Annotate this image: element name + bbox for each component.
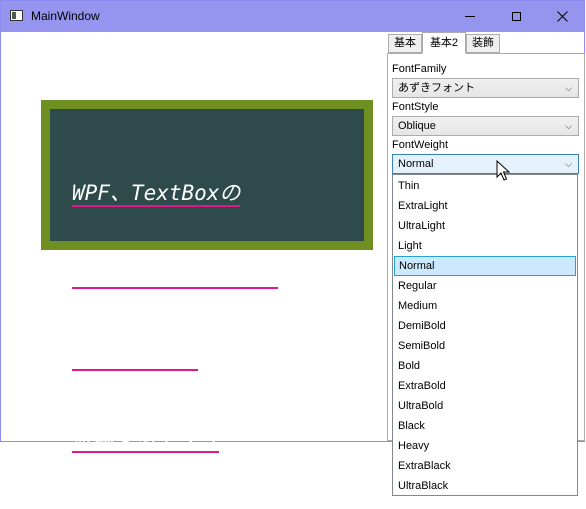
font-weight-option[interactable]: Light: [394, 236, 576, 256]
font-weight-option[interactable]: Heavy: [394, 436, 576, 456]
font-style-combo[interactable]: Oblique ⌵: [392, 116, 579, 136]
app-icon: [10, 10, 23, 21]
font-style-label: FontStyle: [392, 101, 439, 113]
font-weight-label: FontWeight: [392, 139, 449, 151]
font-weight-option[interactable]: SemiBold: [394, 336, 576, 356]
mouse-cursor-icon: [496, 160, 510, 181]
font-weight-option[interactable]: DemiBold: [394, 316, 576, 336]
window-title: MainWindow: [31, 9, 100, 23]
font-weight-option[interactable]: ExtraBold: [394, 376, 576, 396]
font-family-label: FontFamily: [392, 63, 447, 75]
chalkboard-frame: WPF、TextBoxの Propertyで書式設定 実際の表示を 確認するアプ…: [41, 100, 373, 453]
font-weight-option[interactable]: Thin: [394, 176, 576, 196]
font-weight-option[interactable]: Medium: [394, 296, 576, 316]
font-weight-option[interactable]: Black: [394, 416, 576, 436]
font-weight-value: Normal: [398, 158, 434, 170]
font-weight-option[interactable]: ExtraLight: [394, 196, 576, 216]
board-line-4: 確認するアプリ: [72, 427, 219, 453]
font-weight-option[interactable]: Bold: [394, 356, 576, 376]
font-weight-option[interactable]: ExtraBlack: [394, 456, 576, 476]
font-style-value: Oblique: [398, 120, 436, 132]
font-family-combo[interactable]: あずきフォント ⌵: [392, 78, 579, 98]
minimize-button[interactable]: [447, 1, 493, 32]
font-weight-option[interactable]: Normal: [394, 256, 576, 276]
board-line-1: WPF、TextBoxの: [72, 181, 241, 207]
tab-basic[interactable]: 基本: [388, 34, 422, 53]
title-bar[interactable]: MainWindow: [1, 1, 584, 32]
board-line-2: Propertyで書式設定: [72, 263, 279, 289]
chalkboard-textbox[interactable]: WPF、TextBoxの Propertyで書式設定 実際の表示を 確認するアプ…: [50, 109, 364, 453]
font-weight-combo[interactable]: Normal ⌵: [392, 154, 579, 174]
tab-basic-2[interactable]: 基本2: [422, 32, 466, 54]
font-weight-option[interactable]: Regular: [394, 276, 576, 296]
minimize-icon: [465, 16, 475, 17]
font-weight-option[interactable]: UltraLight: [394, 216, 576, 236]
font-family-value: あずきフォント: [398, 82, 475, 94]
font-weight-option[interactable]: UltraBold: [394, 396, 576, 416]
font-weight-option[interactable]: UltraBlack: [394, 476, 576, 496]
font-weight-dropdown-list[interactable]: Thin ExtraLight UltraLight Light Normal Regul…: [392, 174, 578, 496]
maximize-icon: [511, 12, 521, 21]
close-icon: [556, 11, 568, 22]
tab-decoration[interactable]: 装飾: [466, 34, 500, 53]
chevron-down-icon: ⌵: [565, 159, 572, 169]
maximize-button[interactable]: [493, 1, 539, 32]
chalkboard-text: WPF、TextBoxの Propertyで書式設定 実際の表示を 確認するアプ…: [72, 127, 279, 509]
board-line-3: 実際の表示を: [72, 345, 198, 371]
chevron-down-icon: ⌵: [565, 121, 572, 131]
chevron-down-icon: ⌵: [565, 83, 572, 93]
close-button[interactable]: [539, 1, 585, 32]
